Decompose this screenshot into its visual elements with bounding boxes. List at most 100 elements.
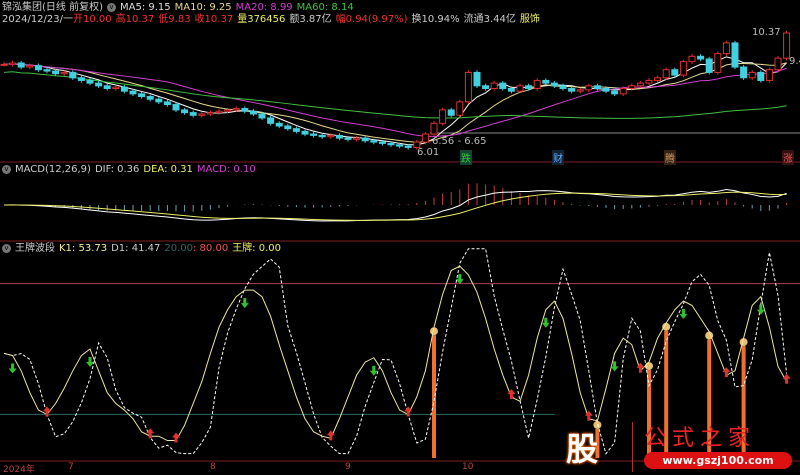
sell-arrow-icon [240,298,249,309]
candle [645,79,653,84]
candle [705,58,713,73]
event-news[interactable]: 腾 [664,150,676,165]
range-label: 6.56 - 6.65 [432,136,487,147]
candle [774,57,782,71]
candle [310,133,318,136]
candle [464,71,472,103]
month-label: 7 [68,462,74,472]
candle [34,65,42,71]
buy-arrow-icon [782,373,791,384]
candle [163,101,171,106]
candle [60,71,68,75]
candle [215,110,223,114]
event-finance[interactable]: 财 [552,150,564,165]
event-rise[interactable]: 涨 [782,150,794,165]
candle [181,109,189,114]
candle [490,82,498,89]
candle [275,122,283,127]
candle [318,134,326,138]
candle [585,85,593,91]
candle [267,117,275,124]
month-label: 9 [345,462,351,472]
candle [593,85,601,89]
candle [396,144,404,147]
buy-arrow-icon [636,362,645,373]
candle [499,82,507,89]
watermark-logo: 股 公式之家 www.gszj100.com [560,420,800,474]
candle [146,96,154,100]
candle [748,71,756,79]
candle [783,32,791,59]
candle [533,79,541,89]
candle [473,71,481,87]
candle [482,85,490,89]
macd-value: MACD: 0.10 [196,164,256,175]
kdj-header: v 王牌波段 K1: 53.73 D1: 41.47 20.00: 80.00 王牌: 0… [2,243,285,255]
candle [619,87,627,95]
candle [697,55,705,60]
candle [611,90,619,95]
candle [456,101,464,116]
candle [189,112,197,116]
candle [9,62,17,65]
candle [95,82,103,87]
candle [757,71,765,81]
candle [378,141,386,144]
candle [602,87,610,92]
candle [507,87,515,92]
candle [662,69,670,79]
candle [224,109,232,112]
kdj-title: 王牌波段 [15,243,55,254]
kdj-k1: K1: 53.73 [59,243,108,254]
candle [568,87,576,92]
candle [17,62,25,68]
candle [516,85,524,92]
dropdown-icon[interactable]: v [2,164,11,174]
candle [249,110,257,115]
candle [86,79,94,84]
candle [232,108,240,111]
candle [198,113,206,116]
candle [421,133,429,143]
kdj-d1: D1: 41.47 [111,243,161,254]
kdj-level-20: 20.00 [164,243,193,254]
candle [206,112,214,115]
dropdown-icon[interactable]: v [2,243,11,253]
candle [714,53,722,73]
candle [559,85,567,89]
kdj-wangpai: 王牌: 0.00 [232,243,282,254]
candle [636,82,644,87]
macd-dif: DIF: 0.36 [94,164,140,175]
month-label: 10 [462,462,474,472]
candle [301,130,309,135]
candle [155,98,163,103]
candle [344,137,352,140]
candle [353,137,361,140]
candle [120,86,128,92]
low-price-label: 6.01 [417,147,440,158]
kdj-level-80: : 80.00 [193,243,229,254]
event-fall[interactable]: 跌 [460,150,472,165]
candle [241,108,249,112]
candle [335,134,343,139]
candle [327,134,335,138]
high-price-label: 10.37 [752,27,781,38]
logo-url: www.gszj100.com [644,452,792,469]
macd-header: v MACD(12,26,9) DIF: 0.36 DEA: 0.31 MACD: 0.… [2,164,260,176]
candle [77,77,85,81]
candle [688,55,696,63]
candle [370,140,378,143]
candle [404,145,412,148]
chart-canvas[interactable] [0,0,800,474]
candle [765,69,773,81]
candle [284,125,292,130]
candle [439,109,447,124]
candle [525,85,533,89]
candle [550,82,558,87]
candle [387,142,395,146]
candle [112,86,120,89]
candle [671,69,679,76]
candle [129,90,137,95]
candle [722,42,730,55]
candle [258,113,266,119]
